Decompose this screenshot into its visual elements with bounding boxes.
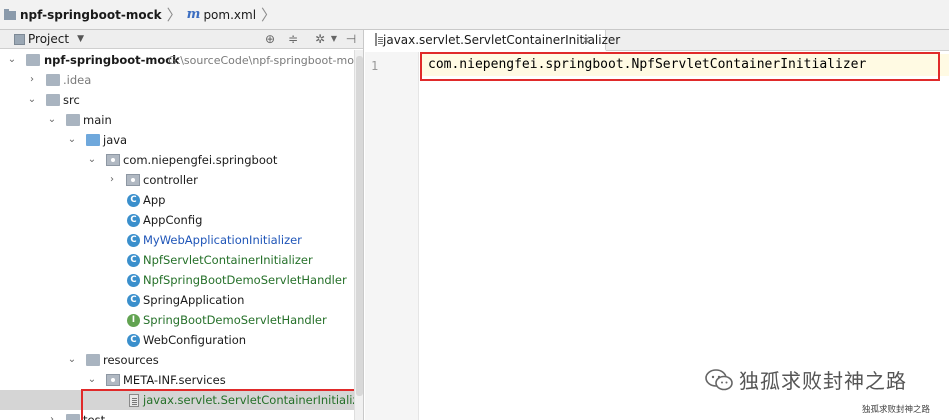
resources-folder-icon [86,354,100,366]
tree-node-class[interactable]: C MyWebApplicationInitializer [0,230,363,250]
tree-node-resources[interactable]: ⌄ resources [0,350,363,370]
folder-icon [46,94,60,106]
watermark-text: 独孤求败封神之路 [739,369,907,393]
tree-label: META-INF.services [123,373,226,387]
chevron-down-icon[interactable]: ⌄ [67,135,77,145]
tree-label: WebConfiguration [143,333,247,347]
tree-label: AppConfig [143,213,203,227]
class-icon: C [127,233,140,247]
folder-icon [66,414,80,420]
tree-label: App [143,193,166,207]
wechat-logo-icon [705,368,733,391]
project-panel: Project ▼ ⊕ ≑ ✲ ▼ ⊣ ⌄ npf-springboot-moc… [0,30,364,420]
line-number: 1 [371,59,379,73]
tree-label: NpfSpringBootDemoServletHandler [143,273,347,287]
watermark-small: 独孤求败封神之路 [862,405,931,415]
breadcrumb-project-label: npf-springboot-mock [20,7,162,22]
maven-icon: m [186,7,201,22]
collapse-icon[interactable]: ≑ [286,32,300,46]
editor-gutter: 1 [365,52,419,420]
breadcrumb-separator: 〉 [166,6,182,24]
chevron-down-icon[interactable]: ▼ [77,34,84,44]
tree-root-label: npf-springboot-mock [44,53,180,67]
breadcrumb-project[interactable]: npf-springboot-mock [4,0,162,30]
project-panel-toolbar: Project ▼ ⊕ ≑ ✲ ▼ ⊣ [0,30,363,49]
tree-node-src[interactable]: ⌄ src [0,90,363,110]
tree-node-meta-inf[interactable]: ⌄ META-INF.services [0,370,363,390]
breadcrumb-file[interactable]: m pom.xml [187,0,256,30]
tree-label: java [103,133,128,147]
tree-label: src [63,93,80,107]
tree-node-java[interactable]: ⌄ java [0,130,363,150]
tree-label: .idea [63,73,92,87]
class-icon: C [127,293,140,307]
tab-service-file[interactable]: javax.servlet.ServletContainerInitialize… [365,30,620,51]
package-icon [126,174,140,186]
folder-icon [66,114,80,126]
chevron-down-icon[interactable]: ⌄ [27,95,37,105]
chevron-down-icon[interactable]: ⌄ [67,355,77,365]
tree-node-class[interactable]: C NpfSpringBootDemoServletHandler [0,270,363,290]
chevron-right-icon[interactable]: › [47,415,57,420]
chevron-down-icon[interactable]: ▼ [327,32,341,46]
breadcrumb-file-label: pom.xml [203,7,257,22]
chevron-right-icon[interactable]: › [27,75,37,85]
project-folder-icon [4,8,16,21]
package-icon [106,374,120,386]
chevron-down-icon[interactable]: ⌄ [87,155,97,165]
tree-node-main[interactable]: ⌄ main [0,110,363,130]
tree-label: SpringBootDemoServletHandler [143,313,327,327]
tree-label: SpringApplication [143,293,245,307]
close-icon[interactable]: × [581,33,591,47]
chevron-down-icon[interactable]: ⌄ [7,55,17,65]
gear-icon[interactable]: ✲ [313,32,327,46]
tree-node-interface[interactable]: I SpringBootDemoServletHandler [0,310,363,330]
watermark: 独孤求败封神之路 [705,365,907,394]
breadcrumb: npf-springboot-mock 〉 m pom.xml 〉 [0,0,949,30]
tree-node-class[interactable]: C SpringApplication [0,290,363,310]
interface-icon: I [127,313,140,327]
tree-scrollbar[interactable] [354,50,363,420]
highlight-box [81,389,357,420]
project-view-icon [14,33,25,45]
project-view-selector[interactable]: Project [28,32,69,46]
class-icon: C [127,273,140,287]
class-icon: C [127,213,140,227]
tree-node-class[interactable]: C WebConfiguration [0,330,363,350]
tree-label: main [83,113,112,127]
scrollbar-thumb[interactable] [356,56,363,396]
text-file-icon [375,33,383,46]
tree-root-path: G:\sourceCode\npf-springboot-mock [168,53,364,67]
chevron-down-icon[interactable]: ⌄ [47,115,57,125]
tree-label: resources [103,353,159,367]
tree-label: com.niepengfei.springboot [123,153,278,167]
class-icon: C [127,333,140,347]
tree-node-idea[interactable]: › .idea [0,70,363,90]
tree-node-package[interactable]: ⌄ com.niepengfei.springboot [0,150,363,170]
hide-icon[interactable]: ⊣ [344,32,358,46]
tree-label: MyWebApplicationInitializer [143,233,302,247]
tree-label: NpfServletContainerInitializer [143,253,313,267]
tree-node-controller[interactable]: › controller [0,170,363,190]
editor-tabs: javax.servlet.ServletContainerInitialize… [365,30,949,51]
module-folder-icon [26,54,40,66]
tree-node-root[interactable]: ⌄ npf-springboot-mock G:\sourceCode\npf-… [0,50,364,70]
chevron-down-icon[interactable]: ⌄ [87,375,97,385]
chevron-right-icon[interactable]: › [107,175,117,185]
folder-icon [46,74,60,86]
source-folder-icon [86,134,100,146]
breadcrumb-separator: 〉 [261,6,277,24]
tree-node-class[interactable]: C NpfServletContainerInitializer [0,250,363,270]
class-icon: C [127,253,140,267]
crosshair-icon[interactable]: ⊕ [263,32,277,46]
tree-label: controller [143,173,198,187]
tree-node-class[interactable]: C App [0,190,363,210]
editor-pane: javax.servlet.ServletContainerInitialize… [365,30,949,420]
highlight-box [420,52,940,81]
tree-node-class[interactable]: C AppConfig [0,210,363,230]
class-icon: C [127,193,140,207]
package-icon [106,154,120,166]
